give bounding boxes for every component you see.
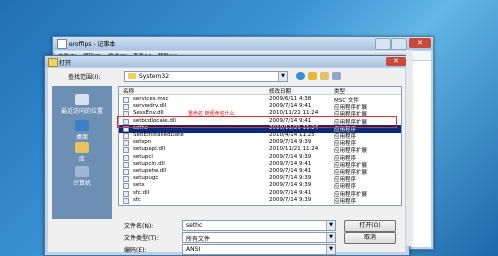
file-name: setupcln.dll (133, 160, 165, 167)
place-computer[interactable]: 计算机 (52, 166, 112, 187)
file-icon (123, 169, 129, 175)
new-folder-icon[interactable] (320, 72, 329, 80)
cancel-button[interactable]: 取消 (344, 232, 396, 244)
filetype-label: 文件类型(T): (124, 235, 159, 242)
column-name[interactable]: 名称 (123, 87, 134, 95)
dialog-close-button[interactable]: ✕ (386, 57, 406, 66)
file-icon (123, 190, 129, 197)
annotation-text: 重命名 随便命名什么 (188, 111, 235, 117)
file-name: servwdrv.dll (133, 103, 167, 110)
file-row[interactable]: sfc 2009/7/14 9:39 应用程序 (119, 197, 401, 205)
desktop-icon (75, 120, 89, 131)
notepad-scrollbar[interactable] (406, 50, 412, 246)
library-icon (75, 142, 89, 153)
view-menu-icon[interactable] (332, 72, 341, 80)
file-date: 2009/7/14 9:39 (269, 153, 312, 160)
file-icon (123, 176, 129, 183)
file-icon (123, 197, 129, 204)
computer-icon (75, 166, 89, 177)
look-in-value: System32 (139, 73, 170, 80)
dialog-icon (48, 58, 58, 67)
file-name: setspn (133, 139, 152, 146)
file-icon (123, 133, 129, 139)
look-in-label: 查找范围(I): (68, 74, 101, 81)
open-button[interactable]: 打开(O) (344, 220, 396, 232)
folder-icon (128, 73, 136, 79)
column-date[interactable]: 修改日期 (269, 87, 291, 95)
file-name: sfc.dll (133, 189, 150, 196)
file-icon (123, 140, 129, 147)
file-date: 2010/4/14 11:25 (269, 132, 315, 138)
file-name: services.msc (133, 96, 169, 102)
notepad-close-button[interactable]: ✕ (409, 38, 431, 48)
file-date: 2009/6/11 4:38 (269, 96, 312, 102)
file-name: setupapi.dll (133, 146, 166, 153)
file-name: setupetw.dll (133, 168, 167, 174)
file-date: 2009/7/14 9:41 (269, 168, 312, 174)
filetype-value: 所有文件 (186, 236, 211, 243)
recent-icon (75, 94, 89, 105)
place-label: 计算机 (72, 180, 91, 187)
file-date: 2009/7/14 9:41 (269, 189, 312, 196)
dialog-titlebar[interactable]: 打开 ✕ (45, 56, 409, 67)
encoding-select[interactable]: ANSI ▼ (182, 244, 336, 255)
file-icon (123, 154, 129, 161)
file-date: 2009/7/14 9:39 (269, 175, 312, 182)
place-library[interactable]: 库 (52, 142, 112, 163)
minimize-button[interactable] (375, 38, 391, 50)
place-recent[interactable]: 最近访问的位置 (52, 94, 112, 115)
column-type[interactable]: 类型 (334, 87, 345, 95)
dialog-title: 打开 (59, 60, 72, 67)
file-name: setupugc (133, 175, 159, 182)
file-name: setupcl (133, 153, 153, 160)
file-name: SetIEInstalledDate (133, 132, 184, 138)
file-icon (123, 147, 129, 154)
file-list-header: 名称 修改日期 类型 (119, 87, 401, 95)
encoding-label: 编码(E): (124, 247, 147, 254)
encoding-value: ANSI (186, 246, 201, 253)
chevron-down-icon[interactable]: ▼ (326, 221, 335, 230)
file-date: 2009/7/14 9:39 (269, 182, 312, 189)
notepad-title: eroffips - 记事本 (69, 41, 116, 48)
file-icon (123, 183, 129, 190)
highlight-box (117, 116, 397, 128)
file-date: 2009/7/14 9:39 (269, 139, 312, 146)
file-icon (123, 104, 129, 111)
file-type: 应用程序 (334, 198, 357, 205)
file-date: 2009/7/14 9:39 (269, 196, 312, 203)
file-icon (123, 161, 129, 168)
chevron-down-icon[interactable]: ▼ (326, 233, 335, 242)
place-label: 桌面 (75, 134, 88, 141)
file-name: setx (133, 182, 145, 189)
look-in-combo[interactable]: System32 ▼ (124, 71, 288, 82)
chevron-down-icon[interactable]: ▼ (326, 245, 335, 254)
place-label: 库 (78, 156, 85, 163)
up-folder-icon[interactable] (308, 72, 317, 80)
open-dialog: 打开 ✕ 查找范围(I): System32 ▼ 最近访问的位置 桌面 库 计算… (44, 55, 410, 256)
file-icon (123, 97, 129, 103)
filename-label: 文件名(N): (124, 223, 154, 230)
filename-input[interactable]: sethc ▼ (182, 220, 336, 231)
file-date: 2009/7/14 9:41 (269, 160, 312, 167)
notepad-titlebar[interactable]: eroffips - 记事本 ✕ (53, 37, 433, 50)
filetype-select[interactable]: 所有文件 ▼ (182, 232, 336, 243)
file-name: sfc (133, 196, 141, 203)
file-date: 2010/11/21 11:24 (269, 146, 319, 153)
places-bar: 最近访问的位置 桌面 库 计算机 (52, 86, 112, 219)
filename-value: sethc (186, 222, 203, 229)
place-desktop[interactable]: 桌面 (52, 120, 112, 141)
back-icon[interactable] (296, 72, 305, 80)
dialog-body: 查找范围(I): System32 ▼ 最近访问的位置 桌面 库 计算机 名称 … (48, 68, 405, 255)
notepad-icon (57, 39, 67, 49)
maximize-button[interactable] (391, 38, 407, 50)
chevron-down-icon[interactable]: ▼ (278, 72, 287, 81)
file-list[interactable]: 名称 修改日期 类型 services.msc 2009/6/11 4:38 MSC… (118, 86, 402, 206)
place-label: 最近访问的位置 (60, 108, 103, 115)
file-date: 2009/7/14 9:41 (269, 103, 312, 110)
